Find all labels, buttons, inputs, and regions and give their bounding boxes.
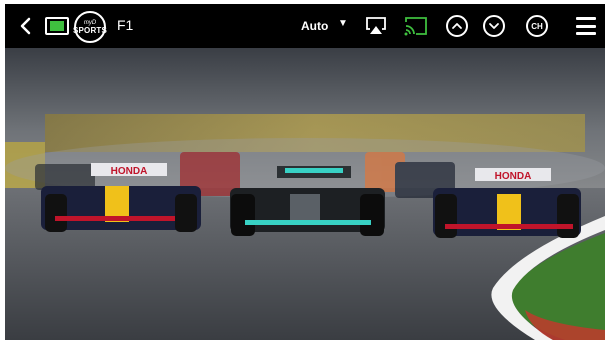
- airplay-icon: [366, 17, 386, 34]
- video-player: myD SPORTS F1 Auto ▼ CH HONDA HONDA: [5, 4, 605, 340]
- quality-selector[interactable]: Auto: [301, 19, 328, 33]
- video-frame[interactable]: HONDA HONDA: [5, 48, 605, 340]
- airplay-button[interactable]: [365, 16, 387, 36]
- menu-icon-bar: [576, 24, 596, 28]
- menu-button[interactable]: [576, 17, 596, 35]
- tv-mode-button[interactable]: [45, 17, 69, 35]
- cast-button[interactable]: [403, 16, 429, 36]
- back-icon: [20, 17, 31, 35]
- chevron-down-icon: [489, 23, 499, 29]
- channel-up-button[interactable]: [446, 15, 468, 37]
- channel-name: F1: [117, 17, 134, 33]
- cast-icon: [404, 17, 427, 36]
- car-livery-left: HONDA: [111, 166, 148, 177]
- chevron-up-icon: [452, 23, 462, 29]
- player-top-bar: myD SPORTS F1 Auto ▼ CH: [5, 4, 605, 48]
- logo-main-text: SPORTS: [72, 25, 108, 35]
- menu-icon-bar: [576, 32, 596, 35]
- channel-logo: myD SPORTS: [72, 11, 108, 43]
- tv-icon: [50, 21, 64, 31]
- back-button[interactable]: [19, 16, 33, 36]
- channel-list-button[interactable]: CH: [526, 15, 548, 37]
- channel-down-button[interactable]: [483, 15, 505, 37]
- car-livery-right: HONDA: [495, 171, 532, 182]
- menu-icon-bar: [576, 17, 596, 20]
- quality-dropdown-icon[interactable]: ▼: [338, 18, 348, 29]
